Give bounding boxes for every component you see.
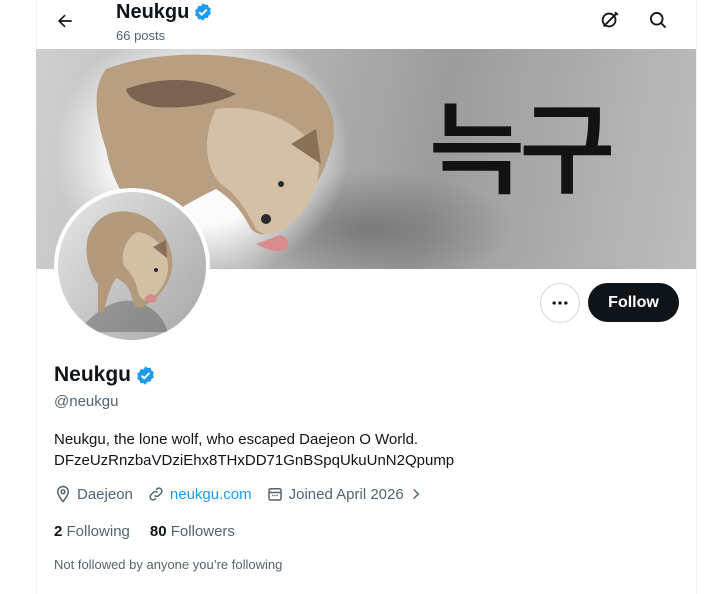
grok-icon	[601, 11, 619, 28]
profile-handle: @neukgu	[54, 393, 119, 410]
post-count: 66 posts	[116, 28, 166, 43]
website-item[interactable]: neukgu.com	[147, 485, 252, 503]
banner-korean-text: 늑구	[429, 94, 615, 208]
followers-count: 80	[149, 523, 167, 540]
followers-label: Followers	[170, 523, 235, 540]
following-link[interactable]: 2 Following	[54, 523, 130, 540]
more-horizontal-icon	[552, 301, 568, 305]
profile-name-row: Neukgu	[54, 363, 156, 387]
joined-text: Joined April 2026	[288, 485, 404, 503]
joined-item[interactable]: Joined April 2026	[266, 485, 423, 503]
website-link[interactable]: neukgu.com	[170, 486, 252, 503]
following-count: 2	[54, 523, 63, 540]
back-button[interactable]	[48, 4, 82, 38]
chevron-right-icon	[412, 488, 420, 500]
search-icon	[650, 12, 667, 29]
verified-badge-icon	[195, 3, 212, 21]
link-icon	[149, 487, 163, 501]
followers-link[interactable]: 80 Followers	[150, 523, 235, 540]
calendar-icon	[267, 488, 282, 501]
follow-stats: 2 Following 80 Followers	[54, 523, 235, 540]
following-label: Following	[66, 523, 130, 540]
search-button[interactable]	[642, 4, 674, 36]
more-options-button[interactable]	[540, 283, 580, 323]
bio-line-1: Neukgu, the lone wolf, who escaped Daeje…	[54, 431, 419, 448]
header-name: Neukgu	[116, 1, 190, 23]
followed-by-note: Not followed by anyone you’re following	[54, 557, 283, 572]
verified-badge-icon[interactable]	[135, 365, 156, 386]
arrow-left-icon	[58, 14, 72, 28]
avatar[interactable]	[54, 188, 210, 344]
grok-button[interactable]	[594, 4, 626, 36]
header-title: Neukgu	[116, 0, 213, 24]
location-item: Daejeon	[54, 485, 133, 503]
follow-button[interactable]: Follow	[588, 283, 679, 322]
wolf-avatar-illustration	[78, 211, 173, 332]
top-bar: Neukgu 66 posts	[0, 0, 725, 48]
location-text: Daejeon	[77, 485, 133, 503]
profile-name: Neukgu	[54, 363, 132, 386]
bio-line-2: DFzeUzRnzbaVDziEhx8THxDD71GnBSpqUkuUnN2Q…	[54, 452, 455, 469]
profile-meta: Daejeon neukgu.com Joined April 2026	[54, 485, 437, 503]
location-pin-icon	[56, 485, 70, 503]
profile-bio: Neukgu, the lone wolf, who escaped Daeje…	[54, 429, 454, 471]
